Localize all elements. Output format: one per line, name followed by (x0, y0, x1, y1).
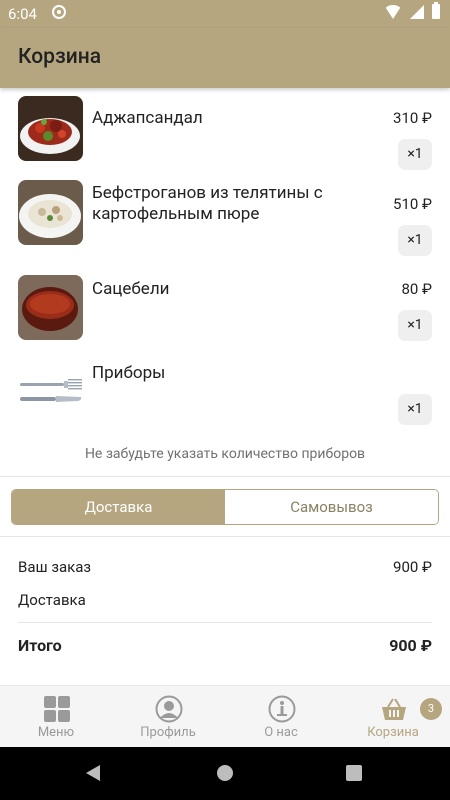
battery-icon (432, 2, 440, 19)
home-icon[interactable] (217, 765, 233, 781)
cellular-icon (410, 4, 424, 19)
status-bar: 6:04 (0, 0, 450, 28)
item-name: Аджапсандал (92, 108, 203, 128)
menu-grid-icon (44, 696, 70, 722)
cart-count-badge: 3 (420, 698, 442, 720)
nav-item-profile[interactable]: Профиль (112, 686, 224, 748)
divider (0, 536, 450, 537)
cart-item[interactable]: Приборы ×1 (0, 359, 450, 429)
beef-stroganoff-image (18, 180, 83, 245)
delivery-summary-row: Доставка (18, 591, 432, 609)
divider (18, 622, 432, 623)
total-label: Итого (18, 636, 62, 655)
cart-item[interactable]: Сацебели 80 ₽ ×1 (0, 275, 450, 345)
item-name: Сацебели (92, 279, 170, 299)
item-name: Бефстроганов из телятины с картофельным … (92, 183, 323, 224)
cutlery-reminder: Не забудьте указать количество приборов (84, 446, 366, 462)
back-icon[interactable] (86, 765, 100, 781)
cutlery-image (18, 359, 83, 424)
basket-icon (382, 698, 406, 720)
ajapsandal-image (18, 96, 83, 161)
divider (0, 476, 450, 477)
total-value: 900 ₽ (389, 636, 432, 655)
cart-item[interactable]: Аджапсандал 310 ₽ ×1 (0, 96, 450, 176)
item-name: Приборы (92, 363, 166, 383)
nav-label: Профиль (140, 725, 196, 740)
order-value: 900 ₽ (393, 558, 432, 576)
satsebeli-image (18, 275, 83, 340)
delivery-option-pickup[interactable]: Самовывоз (225, 490, 438, 524)
delivery-toggle[interactable]: Доставка Самовывоз (11, 489, 439, 525)
bottom-navigation: Меню Профиль О нас Корзина 3 (0, 685, 450, 747)
item-price: 80 ₽ (401, 280, 432, 298)
total-row: Итого 900 ₽ (18, 636, 432, 655)
nav-label: Меню (37, 725, 75, 740)
quantity-button[interactable]: ×1 (398, 139, 432, 170)
system-navigation-bar (0, 747, 450, 800)
page-title: Корзина (18, 45, 102, 69)
item-price: 310 ₽ (393, 109, 432, 127)
profile-icon (155, 695, 183, 723)
quantity-button[interactable]: ×1 (398, 310, 432, 341)
item-price: 510 ₽ (393, 195, 432, 213)
delivery-option-delivery[interactable]: Доставка (12, 490, 225, 524)
nav-label: Корзина (367, 725, 419, 740)
sync-icon (52, 5, 66, 19)
wifi-icon (384, 4, 402, 19)
nav-item-menu[interactable]: Меню (0, 686, 112, 748)
app-bar: Корзина (0, 28, 450, 88)
recent-apps-icon[interactable] (346, 765, 362, 781)
delivery-label: Доставка (18, 591, 86, 609)
order-label: Ваш заказ (18, 558, 92, 576)
quantity-button[interactable]: ×1 (398, 394, 432, 425)
cart-content[interactable]: Аджапсандал 310 ₽ ×1 Бефстроганов из тел… (0, 88, 450, 685)
nav-label: О нас (264, 725, 298, 740)
info-icon (268, 695, 296, 723)
status-time: 6:04 (8, 5, 37, 23)
nav-item-about[interactable]: О нас (225, 686, 337, 748)
cart-item[interactable]: Бефстроганов из телятины с картофельным … (0, 180, 450, 270)
quantity-button[interactable]: ×1 (398, 225, 432, 256)
order-summary-row: Ваш заказ 900 ₽ (18, 558, 432, 576)
